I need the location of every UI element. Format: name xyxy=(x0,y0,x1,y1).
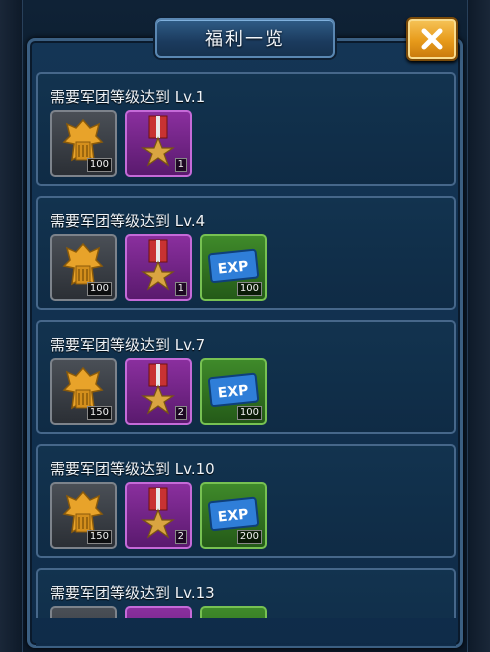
medal-item[interactable] xyxy=(125,606,192,618)
reward-requirement: 需要军团等级达到 Lv.1 xyxy=(50,88,206,106)
reward-card-lv13: 需要军团等级达到 Lv.13 xyxy=(36,568,456,618)
reward-requirement: 需要军团等级达到 Lv.13 xyxy=(50,584,215,602)
eagle-badge-item[interactable]: 100 xyxy=(50,234,117,301)
item-quantity: 100 xyxy=(236,406,262,420)
eagle-badge-item[interactable] xyxy=(50,606,117,618)
item-quantity: 100 xyxy=(86,282,112,296)
item-quantity: 1 xyxy=(174,158,187,172)
eagle-badge-item[interactable]: 150 xyxy=(50,482,117,549)
exp-item[interactable] xyxy=(200,606,267,618)
exp-label: EXP xyxy=(217,382,249,401)
exp-item[interactable]: EXP 100 xyxy=(200,234,267,301)
close-button[interactable] xyxy=(406,17,458,61)
exp-label: EXP xyxy=(217,506,249,525)
title-plate: 福利一览 xyxy=(155,18,335,58)
reward-card-lv7: 需要军团等级达到 Lv.7 150 2 EXP 100 xyxy=(36,320,456,434)
reward-card-lv1: 需要军团等级达到 Lv.1 100 1 xyxy=(36,72,456,186)
medal-item[interactable]: 1 xyxy=(125,110,192,177)
eagle-badge-item[interactable]: 150 xyxy=(50,358,117,425)
item-quantity: 100 xyxy=(86,158,112,172)
reward-requirement: 需要军团等级达到 Lv.4 xyxy=(50,212,206,230)
reward-card-lv4: 需要军团等级达到 Lv.4 100 1 EXP 100 xyxy=(36,196,456,310)
item-quantity: 150 xyxy=(86,530,112,544)
exp-item[interactable]: EXP 100 xyxy=(200,358,267,425)
eagle-badge-item[interactable]: 100 xyxy=(50,110,117,177)
item-quantity: 2 xyxy=(174,530,187,544)
exp-label: EXP xyxy=(217,258,249,277)
exp-item[interactable]: EXP 200 xyxy=(200,482,267,549)
reward-requirement: 需要军团等级达到 Lv.10 xyxy=(50,460,215,478)
list-bottom-fade xyxy=(36,618,456,646)
medal-item[interactable]: 2 xyxy=(125,482,192,549)
reward-requirement: 需要军团等级达到 Lv.7 xyxy=(50,336,206,354)
item-quantity: 1 xyxy=(174,282,187,296)
close-x-icon xyxy=(421,28,443,50)
medal-item[interactable]: 1 xyxy=(125,234,192,301)
item-quantity: 2 xyxy=(174,406,187,420)
item-quantity: 100 xyxy=(236,282,262,296)
item-quantity: 200 xyxy=(236,530,262,544)
page-title: 福利一览 xyxy=(205,29,285,50)
reward-card-lv10: 需要军团等级达到 Lv.10 150 2 EXP 200 xyxy=(36,444,456,558)
medal-item[interactable]: 2 xyxy=(125,358,192,425)
item-quantity: 150 xyxy=(86,406,112,420)
rewards-list[interactable]: 需要军团等级达到 Lv.1 100 1 需要军团等级达到 Lv.4 100 1 … xyxy=(36,72,456,618)
